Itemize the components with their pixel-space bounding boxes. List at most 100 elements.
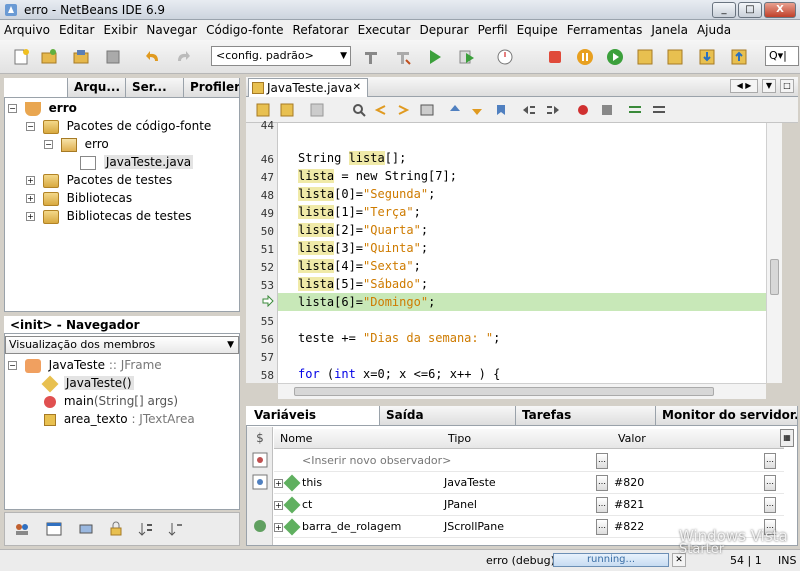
dollar-icon[interactable]: $	[249, 427, 271, 449]
continue-icon[interactable]	[604, 46, 626, 68]
uncomment-icon[interactable]	[648, 99, 670, 121]
edit-button[interactable]: …	[764, 453, 776, 469]
nav-class[interactable]: − JavaTeste :: JFrame	[8, 356, 162, 374]
scroll-thumb[interactable]	[294, 387, 714, 396]
collapse-icon[interactable]: −	[8, 104, 17, 113]
table-row[interactable]: + barra_de_rolagem JScrollPane … #822 …	[274, 516, 784, 538]
close-button[interactable]: X	[764, 2, 796, 18]
nav-constructor[interactable]: JavaTeste()	[41, 374, 134, 392]
scroll-tabs-icon[interactable]: ◀ ▶	[730, 79, 758, 93]
tab-projects[interactable]	[4, 78, 68, 97]
forward-icon[interactable]	[306, 99, 328, 121]
close-tab-icon[interactable]: ✕	[353, 79, 361, 97]
edit-button[interactable]: …	[596, 453, 608, 469]
comment-icon[interactable]	[624, 99, 646, 121]
nav-method-main[interactable]: main(String[] args)	[44, 392, 178, 410]
filter-icon[interactable]	[165, 518, 187, 540]
edit-button[interactable]: …	[764, 519, 776, 535]
threads-icon[interactable]	[75, 518, 97, 540]
maximize-button[interactable]: □	[738, 2, 762, 18]
new-watch-icon[interactable]	[249, 449, 271, 471]
expand-icon[interactable]: +	[26, 176, 35, 185]
new-watch-placeholder[interactable]: <Inserir novo observador>	[302, 450, 451, 472]
undo-icon[interactable]	[142, 46, 164, 68]
collapse-icon[interactable]: −	[44, 140, 53, 149]
editor-vertical-scrollbar[interactable]	[766, 123, 782, 383]
edit-button[interactable]: …	[596, 475, 608, 491]
minimize-button[interactable]: _	[712, 2, 736, 18]
stop-macro-icon[interactable]	[596, 99, 618, 121]
tree-test-packages[interactable]: + Pacotes de testes	[26, 171, 172, 189]
stop-debug-icon[interactable]	[544, 46, 566, 68]
step-out-icon[interactable]	[728, 46, 750, 68]
expand-icon[interactable]: +	[274, 479, 283, 488]
redo-icon[interactable]	[172, 46, 194, 68]
cancel-progress-icon[interactable]: ✕	[672, 553, 686, 567]
lock-icon[interactable]	[105, 518, 127, 540]
edit-button[interactable]: …	[596, 497, 608, 513]
save-all-icon[interactable]	[102, 46, 124, 68]
menu-refatorar[interactable]: Refatorar	[293, 23, 349, 37]
menu-equipe[interactable]: Equipe	[517, 23, 558, 37]
tab-output[interactable]: Saída	[380, 406, 516, 425]
step-over-expression-icon[interactable]	[664, 46, 686, 68]
tab-tasks[interactable]: Tarefas	[516, 406, 656, 425]
new-file-icon[interactable]	[10, 46, 32, 68]
table-row[interactable]: <Inserir novo observador> … …	[274, 450, 784, 472]
tab-services[interactable]: Ser...	[126, 78, 184, 97]
expand-icon[interactable]: +	[274, 501, 283, 510]
tree-libraries[interactable]: + Bibliotecas	[26, 189, 132, 207]
table-row[interactable]: + this JavaTeste … #820 …	[274, 472, 784, 494]
edit-button[interactable]: …	[596, 519, 608, 535]
new-project-icon[interactable]	[38, 46, 60, 68]
tab-list-icon[interactable]: ▼	[762, 79, 776, 93]
menu-arquivo[interactable]: Arquivo	[4, 23, 50, 37]
menu-ferramentas[interactable]: Ferramentas	[567, 23, 643, 37]
edit-button[interactable]: …	[764, 497, 776, 513]
find-icon[interactable]	[348, 99, 370, 121]
column-type[interactable]: Tipo	[448, 432, 471, 445]
shift-left-icon[interactable]	[518, 99, 540, 121]
shift-right-icon[interactable]	[542, 99, 564, 121]
run-icon[interactable]	[424, 46, 446, 68]
search-input[interactable]: Q▾|	[765, 46, 799, 66]
menu-editar[interactable]: Editar	[59, 23, 95, 37]
maximize-editor-icon[interactable]: □	[780, 79, 794, 93]
step-into-icon[interactable]	[696, 46, 718, 68]
expand-icon[interactable]: +	[26, 212, 35, 221]
collapse-icon[interactable]: −	[26, 122, 35, 131]
tree-source-packages[interactable]: − Pacotes de código-fonte	[26, 117, 211, 135]
config-dropdown[interactable]: <config. padrão> ▼	[211, 46, 351, 66]
menu-codigo-fonte[interactable]: Código-fonte	[206, 23, 283, 37]
add-watch-icon[interactable]	[249, 515, 271, 537]
tree-package-erro[interactable]: − erro	[44, 135, 109, 153]
progress-bar[interactable]: running...	[553, 553, 669, 567]
table-row[interactable]: + ct JPanel … #821 …	[274, 494, 784, 516]
tab-files[interactable]: Arqu...	[68, 78, 126, 97]
sort-icon[interactable]	[135, 518, 157, 540]
watch-icon[interactable]	[249, 471, 271, 493]
build-icon[interactable]	[360, 46, 382, 68]
column-name[interactable]: Nome	[280, 432, 312, 445]
collapse-icon[interactable]: −	[8, 361, 17, 370]
menu-executar[interactable]: Executar	[358, 23, 411, 37]
editor-horizontal-scrollbar[interactable]	[278, 383, 766, 399]
window-icon[interactable]	[43, 518, 65, 540]
tab-profiler[interactable]: Profiler	[184, 78, 240, 97]
column-value[interactable]: Valor	[618, 432, 646, 445]
step-over-icon[interactable]	[634, 46, 656, 68]
menu-exibir[interactable]: Exibir	[103, 23, 137, 37]
column-chooser-icon[interactable]: ▦	[780, 429, 794, 447]
debug-icon[interactable]	[456, 46, 478, 68]
expand-icon[interactable]: +	[26, 194, 35, 203]
sessions-icon[interactable]	[11, 518, 33, 540]
next-bookmark-icon[interactable]	[466, 99, 488, 121]
navigator-view-select[interactable]: Visualização dos membros ▼	[5, 336, 239, 354]
prev-bookmark-icon[interactable]	[444, 99, 466, 121]
tab-variables[interactable]: Variáveis	[246, 406, 380, 425]
last-edit-icon[interactable]	[252, 99, 274, 121]
edit-button[interactable]: …	[764, 475, 776, 491]
find-next-icon[interactable]	[392, 99, 414, 121]
pause-icon[interactable]	[574, 46, 596, 68]
tab-javateste[interactable]: JavaTeste.java ✕	[248, 78, 368, 97]
